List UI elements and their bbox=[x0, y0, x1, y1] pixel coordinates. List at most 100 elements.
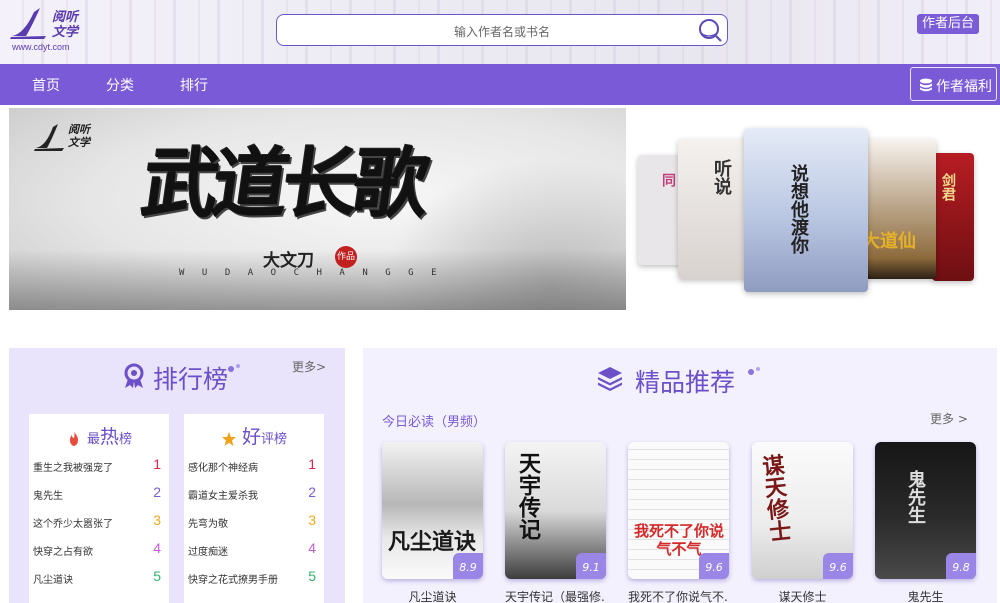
ranking-more-link[interactable]: 更多> bbox=[292, 358, 326, 375]
decor-dots bbox=[228, 364, 242, 372]
carousel-book-3[interactable]: 说想他渡你 bbox=[744, 128, 868, 292]
book-score: 8.9 bbox=[453, 553, 483, 579]
carousel-book-3-title: 说想他渡你 bbox=[788, 164, 809, 254]
carousel-book-5[interactable]: 剑君 bbox=[932, 153, 974, 281]
book-cover[interactable]: 鬼先生 9.8 bbox=[875, 442, 976, 579]
good-item-rank: 1 bbox=[308, 456, 316, 472]
carousel-book-5-title: 剑君 bbox=[940, 173, 956, 201]
book-name[interactable]: 我死不了你说气不... bbox=[628, 588, 729, 603]
banner-logo: 阅听文学 bbox=[34, 122, 104, 156]
hero-banner[interactable]: 阅听文学 武道长歌 大文刀 作品 WUDAOCHANGGE bbox=[9, 108, 626, 310]
logo-text: 阅听文学 bbox=[52, 10, 79, 40]
hot-item-name: 凡尘道诀 bbox=[33, 575, 73, 586]
book-cover-title: 凡尘道诀 bbox=[388, 529, 477, 555]
good-item-name: 快穿之花式撩男手册 bbox=[188, 575, 278, 586]
book-score: 9.1 bbox=[576, 553, 606, 579]
banner-title: 武道长歌 bbox=[136, 139, 430, 228]
nav-item-home[interactable]: 首页 bbox=[32, 75, 60, 95]
good-item-rank: 5 bbox=[308, 568, 316, 584]
hot-list-item[interactable]: 鬼先生 2 bbox=[33, 484, 161, 502]
good-item-name: 先弯为敬 bbox=[188, 519, 228, 530]
book-score: 9.6 bbox=[823, 553, 853, 579]
search-input[interactable]: 输入作者名或书名 bbox=[276, 14, 728, 46]
good-list-item[interactable]: 感化那个神经病 1 bbox=[188, 456, 316, 474]
book-cover-title: 谋天修士 bbox=[757, 452, 793, 544]
hot-list-item[interactable]: 快穿之占有欲 4 bbox=[33, 540, 161, 558]
top-header: 阅听文学 www.cdyt.com 输入作者名或书名 作者后台 bbox=[0, 0, 1000, 64]
author-welfare-label: 作者福利 bbox=[936, 79, 992, 95]
book-score: 9.6 bbox=[699, 553, 729, 579]
book-name[interactable]: 谋天修士 bbox=[752, 588, 853, 603]
logo-url: www.cdyt.com bbox=[12, 42, 70, 52]
book-name[interactable]: 天宇传记（最强修... bbox=[505, 588, 606, 603]
hot-item-name: 重生之我被强宠了 bbox=[33, 463, 113, 474]
layers-icon bbox=[598, 367, 622, 391]
hot-item-name: 鬼先生 bbox=[33, 491, 63, 502]
banner-logo-text: 阅听文学 bbox=[68, 123, 90, 149]
good-list-item[interactable]: 先弯为敬 3 bbox=[188, 512, 316, 530]
hot-item-rank: 1 bbox=[153, 456, 161, 472]
hot-label-pre: 最 bbox=[87, 432, 101, 447]
good-item-name: 感化那个神经病 bbox=[188, 463, 258, 474]
good-list-item[interactable]: 快穿之花式撩男手册 5 bbox=[188, 568, 316, 586]
search-icon[interactable] bbox=[697, 17, 723, 43]
main-nav: 首页 分类 排行 bbox=[0, 64, 1000, 105]
hot-list-item[interactable]: 凡尘道诀 5 bbox=[33, 568, 161, 586]
good-item-name: 霸道女主爱杀我 bbox=[188, 491, 258, 502]
ranking-title: 排行榜 bbox=[153, 365, 229, 394]
good-label-big: 好 bbox=[242, 426, 262, 448]
banner-logo-swoosh-icon bbox=[34, 124, 64, 151]
good-ranking-header[interactable]: 好评榜 bbox=[184, 422, 324, 448]
book-cover[interactable]: 谋天修士 9.6 bbox=[752, 442, 853, 579]
author-welfare-button[interactable]: 作者福利 bbox=[910, 67, 997, 101]
site-logo[interactable]: 阅听文学 www.cdyt.com bbox=[10, 6, 90, 54]
decor-dots bbox=[748, 367, 762, 375]
carousel-book-4[interactable]: 大道仙 bbox=[858, 139, 936, 279]
star-badge-icon bbox=[221, 431, 236, 446]
hot-item-rank: 4 bbox=[153, 540, 161, 556]
hot-list-item[interactable]: 这个乔少太嚣张了 3 bbox=[33, 512, 161, 530]
book-carousel[interactable]: 同 听说 说想他渡你 大道仙 剑君 bbox=[636, 125, 982, 295]
book-score: 9.8 bbox=[946, 553, 976, 579]
search-placeholder: 输入作者名或书名 bbox=[453, 25, 550, 39]
hot-item-rank: 2 bbox=[153, 484, 161, 500]
good-item-rank: 2 bbox=[308, 484, 316, 500]
database-icon bbox=[920, 78, 932, 92]
good-item-rank: 3 bbox=[308, 512, 316, 528]
carousel-book-4-title: 大道仙 bbox=[862, 231, 916, 252]
good-ranking-card: 好评榜 感化那个神经病 1 霸道女主爱杀我 2 先弯为敬 3 过度痴迷 4 快穿之花式撩… bbox=[184, 414, 324, 603]
book-cover-title: 天宇传记 bbox=[515, 452, 541, 540]
book-cover[interactable]: 天宇传记 9.1 bbox=[505, 442, 606, 579]
book-name[interactable]: 凡尘道诀 bbox=[382, 588, 483, 603]
hot-list-item[interactable]: 重生之我被强宠了 1 bbox=[33, 456, 161, 474]
carousel-book-2-title: 听说 bbox=[711, 159, 732, 195]
hot-item-name: 这个乔少太嚣张了 bbox=[33, 519, 113, 530]
carousel-book-1-title: 同 bbox=[660, 173, 676, 187]
flame-icon bbox=[69, 431, 78, 446]
good-list-item[interactable]: 过度痴迷 4 bbox=[188, 540, 316, 558]
nav-item-category[interactable]: 分类 bbox=[106, 75, 134, 95]
hot-ranking-header[interactable]: 最热榜 bbox=[29, 422, 169, 448]
nav-item-ranking[interactable]: 排行 bbox=[180, 75, 208, 95]
book-cover[interactable]: 我死不了你说气不气 9.6 bbox=[628, 442, 729, 579]
book-name[interactable]: 鬼先生 bbox=[875, 588, 976, 603]
book-cover[interactable]: 凡尘道诀 8.9 bbox=[382, 442, 483, 579]
banner-pinyin: WUDAOCHANGGE bbox=[179, 268, 455, 278]
recommend-subtitle[interactable]: 今日必读（男频） bbox=[382, 411, 486, 430]
hot-label-post: 榜 bbox=[119, 432, 133, 447]
recommend-more-link[interactable]: 更多 > bbox=[930, 410, 968, 427]
award-ribbon-icon bbox=[124, 363, 144, 388]
logo-swoosh-icon bbox=[10, 8, 46, 39]
book-cover-title: 鬼先生 bbox=[905, 470, 926, 524]
good-label-post: 评榜 bbox=[261, 432, 288, 447]
hot-item-rank: 3 bbox=[153, 512, 161, 528]
recommend-title: 精品推荐 bbox=[635, 368, 736, 397]
hot-item-rank: 5 bbox=[153, 568, 161, 584]
author-backend-button[interactable]: 作者后台 bbox=[917, 14, 980, 34]
good-list-item[interactable]: 霸道女主爱杀我 2 bbox=[188, 484, 316, 502]
good-item-name: 过度痴迷 bbox=[188, 547, 228, 558]
banner-ground-art bbox=[9, 250, 626, 310]
hot-ranking-card: 最热榜 重生之我被强宠了 1 鬼先生 2 这个乔少太嚣张了 3 快穿之占有欲 4 凡尘道… bbox=[29, 414, 169, 603]
hot-item-name: 快穿之占有欲 bbox=[33, 547, 93, 558]
ranking-panel: 排行榜 更多> 最热榜 重生之我被强宠了 1 鬼先生 2 这个乔少太嚣张了 3 快穿之… bbox=[9, 348, 345, 603]
